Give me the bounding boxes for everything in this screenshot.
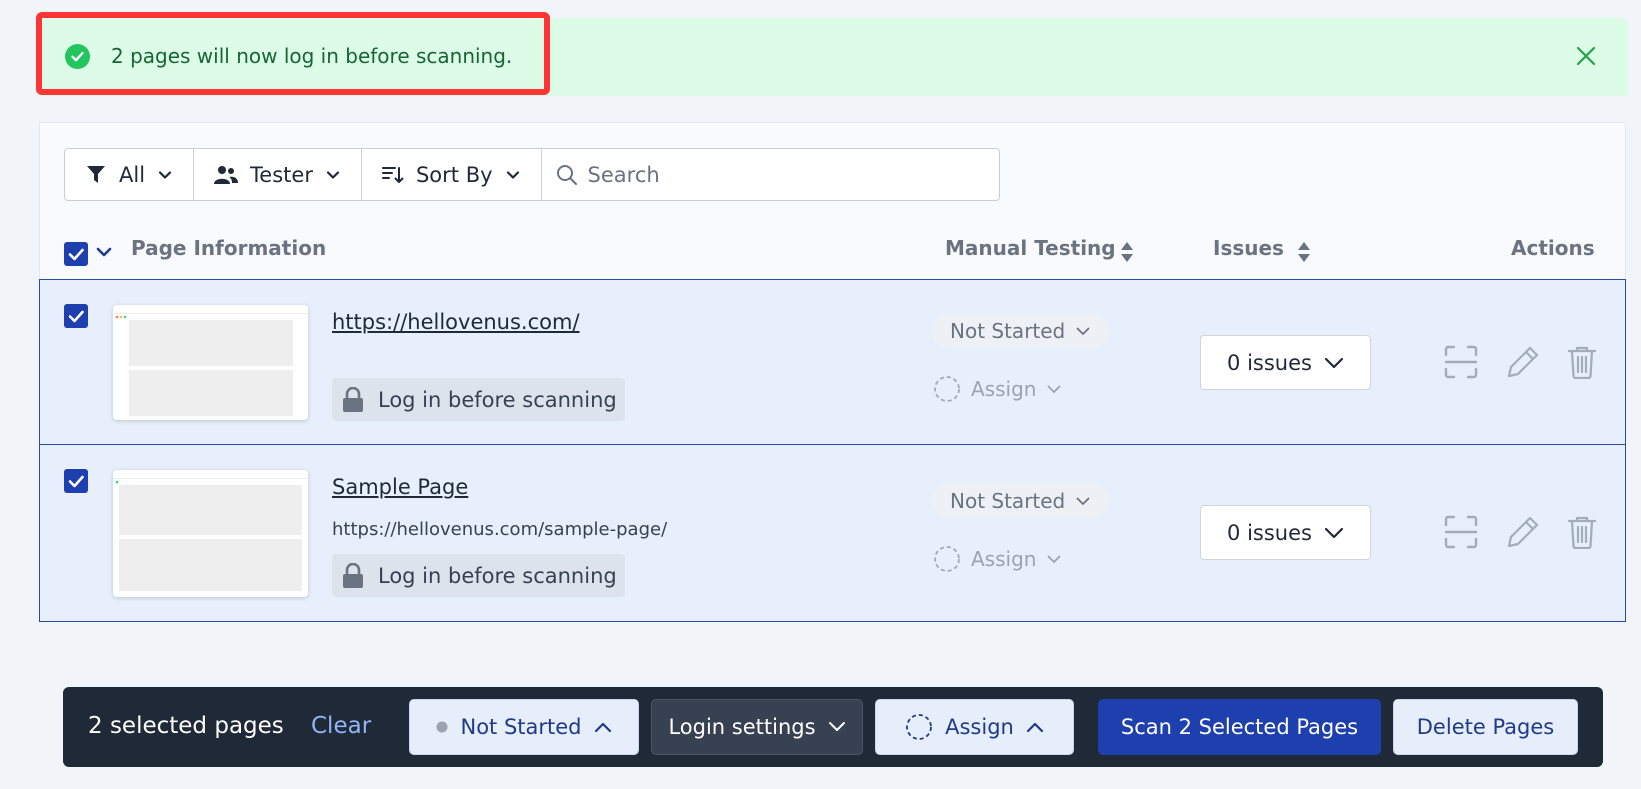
bulk-status-dropdown[interactable]: Not Started: [409, 699, 639, 755]
sort-toggle-icon[interactable]: [1120, 240, 1134, 264]
unassigned-user-icon: [906, 714, 933, 740]
issues-header[interactable]: Issues: [1213, 236, 1284, 260]
chevron-down-icon: [1048, 555, 1061, 563]
issues-dropdown-button[interactable]: 0 issues: [1200, 505, 1371, 560]
page-thumbnail[interactable]: [113, 470, 308, 597]
filter-icon: [87, 165, 105, 183]
search-box: [542, 149, 999, 200]
select-all-chevron-icon[interactable]: [95, 244, 113, 260]
filter-all-button[interactable]: All: [65, 149, 195, 200]
banner-message: 2 pages will now log in before scanning.: [111, 44, 513, 68]
login-status-chip[interactable]: Log in before scanning: [332, 378, 625, 421]
bulk-status-label: Not Started: [460, 715, 582, 739]
chevron-up-icon: [594, 722, 611, 733]
status-label: Not Started: [950, 488, 1066, 513]
search-icon: [556, 164, 577, 185]
tester-filter-label: Tester: [250, 162, 313, 187]
tester-filter-button[interactable]: Tester: [194, 149, 362, 200]
chevron-down-icon: [158, 170, 172, 179]
chevron-down-icon: [506, 170, 519, 179]
login-settings-label: Login settings: [668, 715, 816, 739]
chevron-down-icon: [326, 170, 340, 179]
chevron-down-icon: [1048, 385, 1061, 393]
filter-bar: All Tester Sort By: [64, 148, 1000, 201]
manual-testing-status-dropdown[interactable]: Not Started: [932, 313, 1110, 348]
sort-icon: [381, 166, 404, 183]
manual-testing-header[interactable]: Manual Testing: [945, 236, 1116, 260]
check-circle-icon: [65, 44, 90, 69]
issues-count-label: 0 issues: [1227, 350, 1312, 375]
login-status-label: Log in before scanning: [378, 563, 617, 588]
row-checkbox[interactable]: [64, 469, 88, 493]
login-status-label: Log in before scanning: [378, 387, 617, 412]
filter-all-label: All: [119, 162, 146, 187]
assign-dropdown[interactable]: Assign: [933, 545, 1062, 573]
delete-pages-button[interactable]: Delete Pages: [1393, 699, 1578, 755]
clear-selection-link[interactable]: Clear: [311, 713, 371, 739]
chevron-down-icon: [1324, 527, 1344, 538]
login-status-chip[interactable]: Log in before scanning: [332, 554, 625, 597]
delete-icon[interactable]: [1567, 345, 1597, 379]
chevron-down-icon: [1076, 327, 1090, 335]
selected-count: 2 selected pages: [88, 713, 284, 739]
page-url: https://hellovenus.com/sample-page/: [332, 519, 668, 540]
lock-icon: [343, 562, 363, 588]
issues-dropdown-button[interactable]: 0 issues: [1200, 335, 1371, 390]
actions-header: Actions: [1511, 236, 1595, 260]
page-information-header: Page Information: [131, 236, 327, 260]
status-label: Not Started: [950, 318, 1066, 343]
assign-label: Assign: [971, 547, 1037, 571]
sort-by-button[interactable]: Sort By: [362, 149, 542, 200]
chevron-down-icon: [1076, 497, 1090, 505]
bulk-assign-label: Assign: [945, 715, 1014, 739]
scan-selected-pages-button[interactable]: Scan 2 Selected Pages: [1098, 699, 1381, 755]
page-title-link[interactable]: Sample Page: [332, 475, 468, 499]
status-dot-icon: [436, 721, 448, 733]
users-icon: [214, 165, 239, 184]
scan-icon[interactable]: [1444, 345, 1478, 379]
close-icon[interactable]: [1574, 44, 1598, 68]
unassigned-user-icon: [934, 376, 960, 402]
scan-icon[interactable]: [1444, 515, 1478, 549]
checkmark-icon: [68, 475, 84, 488]
chevron-down-icon: [828, 722, 845, 731]
login-settings-dropdown[interactable]: Login settings: [651, 699, 863, 755]
select-all-checkbox[interactable]: [64, 242, 88, 266]
row-checkbox[interactable]: [64, 304, 88, 328]
search-input[interactable]: [587, 162, 968, 187]
issues-count-label: 0 issues: [1227, 520, 1312, 545]
manual-testing-status-dropdown[interactable]: Not Started: [932, 483, 1110, 518]
chevron-up-icon: [1026, 722, 1043, 733]
checkmark-icon: [68, 248, 84, 261]
assign-dropdown[interactable]: Assign: [933, 375, 1062, 403]
delete-icon[interactable]: [1567, 515, 1597, 549]
edit-icon[interactable]: [1506, 515, 1540, 549]
unassigned-user-icon: [934, 546, 960, 572]
page-title-link[interactable]: https://hellovenus.com/: [332, 310, 580, 334]
sort-toggle-icon[interactable]: [1297, 240, 1311, 264]
bulk-assign-dropdown[interactable]: Assign: [875, 699, 1074, 755]
lock-icon: [343, 386, 363, 412]
checkmark-icon: [68, 310, 84, 323]
assign-label: Assign: [971, 377, 1037, 401]
chevron-down-icon: [1324, 357, 1344, 368]
sort-by-label: Sort By: [415, 162, 493, 187]
page-thumbnail[interactable]: [113, 305, 308, 420]
edit-icon[interactable]: [1506, 345, 1540, 379]
